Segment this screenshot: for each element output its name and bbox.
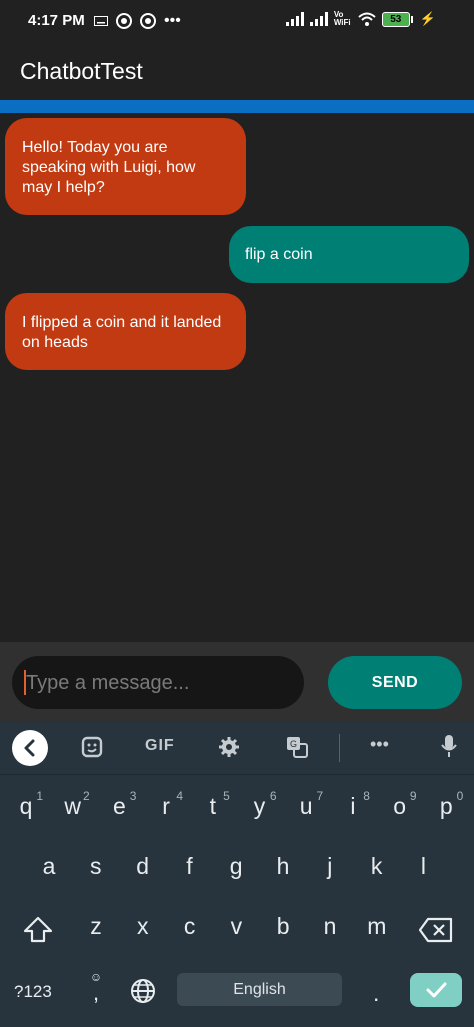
shift-key[interactable] [22, 914, 54, 944]
message-input[interactable]: Type a message... [12, 656, 304, 709]
status-time: 4:17 PM [28, 12, 85, 29]
microphone-icon[interactable] [440, 734, 458, 758]
key-r[interactable]: r4 [147, 789, 185, 823]
keyboard-divider [0, 774, 474, 775]
key-k[interactable]: k [358, 853, 396, 880]
key-l[interactable]: l [404, 853, 442, 880]
app-bar: ChatbotTest [0, 42, 474, 100]
checkmark-icon [426, 982, 447, 998]
bot-message: I flipped a coin and it landed on heads [5, 293, 246, 370]
key-j[interactable]: j [311, 853, 349, 880]
key-x[interactable]: x [124, 913, 162, 940]
key-letter: i [350, 793, 356, 819]
symbols-key[interactable]: ?123 [14, 982, 52, 1002]
bot-message: Hello! Today you are speaking with Luigi… [5, 118, 246, 215]
app-notification-icon-2 [140, 13, 156, 29]
battery-level: 53 [390, 13, 402, 25]
key-u[interactable]: u7 [287, 789, 325, 823]
key-p[interactable]: p0 [427, 789, 465, 823]
charging-icon: ⚡ [419, 11, 436, 26]
key-f[interactable]: f [170, 853, 208, 880]
key-letter: q [19, 793, 33, 819]
back-button[interactable] [12, 730, 48, 766]
key-letter: u [299, 793, 313, 819]
wifi-icon [358, 12, 376, 26]
key-t[interactable]: t5 [194, 789, 232, 823]
svg-text:G: G [290, 739, 297, 749]
keyboard-toolbar: GIF G ••• [0, 722, 474, 774]
globe-icon[interactable] [130, 978, 156, 1004]
gif-button[interactable]: GIF [145, 737, 175, 755]
shift-icon [23, 916, 53, 943]
backspace-key[interactable] [418, 917, 454, 943]
sticker-icon[interactable] [81, 736, 103, 758]
battery-icon: 53 [381, 11, 413, 27]
key-n[interactable]: n [311, 913, 349, 940]
key-number-hint: 6 [269, 789, 277, 803]
send-button[interactable]: SEND [328, 656, 462, 709]
app-title: ChatbotTest [20, 58, 143, 84]
key-number-hint: 0 [456, 789, 464, 803]
key-number-hint: 3 [129, 789, 137, 803]
message-text: flip a coin [245, 246, 313, 263]
key-g[interactable]: g [217, 853, 255, 880]
key-number-hint: 8 [363, 789, 370, 803]
key-i[interactable]: i8 [334, 789, 372, 823]
key-w[interactable]: w2 [54, 789, 92, 823]
period-key[interactable]: . [373, 980, 379, 1007]
key-letter: t [209, 793, 216, 819]
space-key[interactable]: English [177, 973, 342, 1006]
key-letter: e [112, 793, 126, 819]
key-number-hint: 9 [409, 789, 417, 803]
key-v[interactable]: v [217, 913, 255, 940]
system-icons: Vo WiFi 53 ⚡ [285, 10, 436, 27]
message-text: Hello! Today you are speaking with Luigi… [22, 139, 196, 196]
toolbar-divider [339, 734, 340, 762]
key-h[interactable]: h [264, 853, 302, 880]
settings-gear-icon[interactable] [218, 736, 240, 758]
key-s[interactable]: s [77, 853, 115, 880]
accent-divider [0, 100, 474, 113]
notification-icons: ••• [94, 12, 181, 30]
key-e[interactable]: e3 [100, 789, 138, 823]
message-text: I flipped a coin and it landed on heads [22, 314, 222, 351]
signal-icon [285, 12, 304, 26]
more-notifications-icon: ••• [164, 12, 181, 29]
key-o[interactable]: o9 [381, 789, 419, 823]
key-d[interactable]: d [124, 853, 162, 880]
key-number-hint: 5 [223, 789, 230, 803]
key-m[interactable]: m [358, 913, 396, 940]
key-number-hint: 4 [176, 789, 184, 803]
key-c[interactable]: c [171, 913, 209, 940]
volte-label: Vo WiFi [333, 10, 351, 27]
key-letter: y [253, 793, 266, 819]
key-q[interactable]: q1 [7, 789, 45, 823]
key-y[interactable]: y6 [241, 789, 279, 823]
emoji-comma-key[interactable]: ☺ , [84, 970, 108, 1010]
more-options-icon[interactable]: ••• [370, 734, 389, 755]
key-z[interactable]: z [77, 913, 115, 940]
comma-label: , [92, 980, 100, 1005]
key-b[interactable]: b [264, 913, 302, 940]
keyboard-notification-icon [94, 16, 108, 26]
key-letter: r [162, 793, 170, 819]
status-bar: 4:17 PM ••• Vo WiFi 53 ⚡ [0, 0, 474, 42]
key-number-hint: 1 [36, 789, 43, 803]
app-notification-icon [116, 13, 132, 29]
translate-icon[interactable]: G [286, 736, 308, 758]
enter-key[interactable] [410, 973, 462, 1007]
signal-icon-2 [309, 12, 328, 26]
key-letter: o [393, 793, 406, 819]
chevron-left-icon [24, 739, 35, 757]
key-letter: p [439, 793, 453, 819]
backspace-icon [418, 917, 453, 943]
space-key-label: English [233, 981, 286, 998]
key-a[interactable]: a [30, 853, 68, 880]
input-placeholder: Type a message... [26, 672, 190, 694]
key-number-hint: 7 [316, 789, 324, 803]
key-number-hint: 2 [83, 789, 90, 803]
key-letter: w [64, 793, 81, 819]
user-message: flip a coin [229, 226, 469, 283]
